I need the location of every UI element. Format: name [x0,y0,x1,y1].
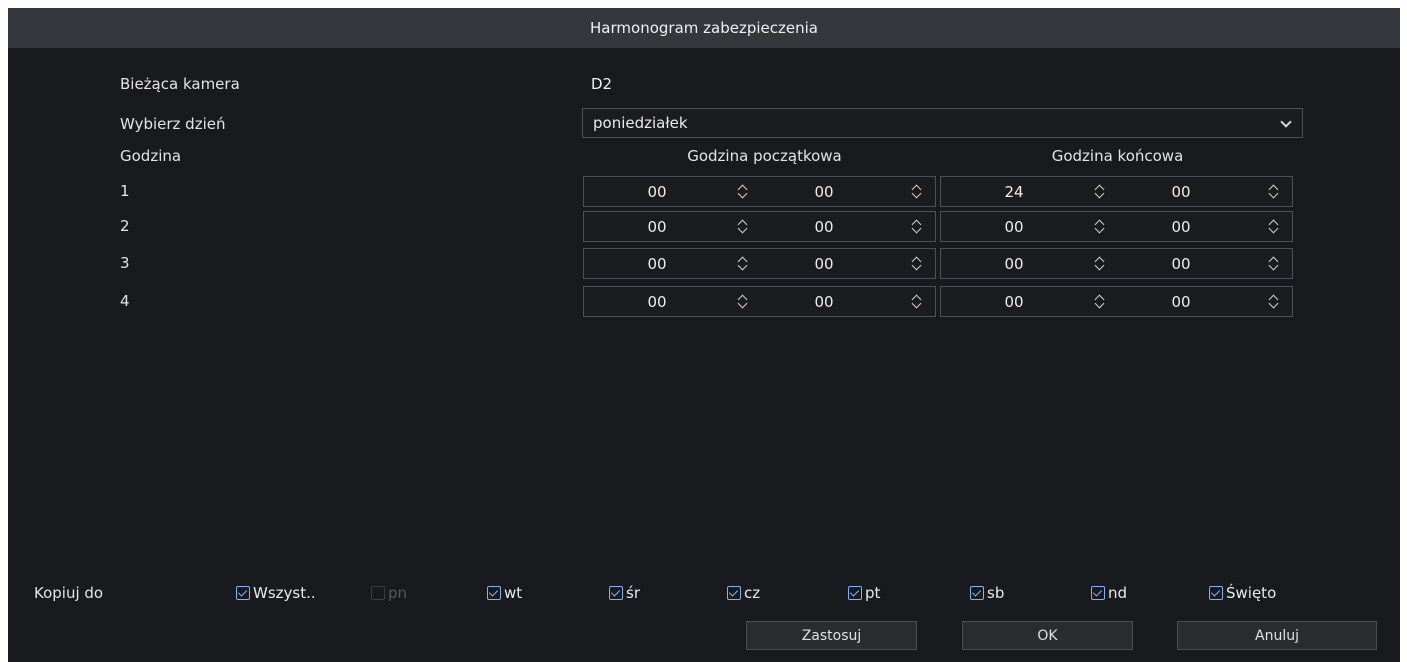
spinner-icon[interactable] [1267,216,1281,238]
camera-value: D2 [591,75,613,93]
spinner-icon[interactable] [910,291,924,313]
dialog-titlebar: Harmonogram zabezpieczenia [8,8,1400,48]
checkbox-icon[interactable] [727,586,741,600]
copy-option-label: śr [626,584,640,602]
copy-option[interactable]: Wszyst.. [236,584,316,602]
day-select-value: poniedziałek [593,114,688,132]
end-time-field: 24 00 [940,176,1293,207]
copy-option-label: Święto [1226,584,1277,602]
spinner-icon[interactable] [1093,291,1107,313]
checkbox-icon[interactable] [1209,586,1223,600]
end-time-field: 00 00 [940,286,1293,317]
minute-input[interactable]: 00 [1161,255,1201,273]
schedule-dialog: Harmonogram zabezpieczenia Bieżąca kamer… [8,8,1400,662]
spinner-icon[interactable] [1267,181,1281,203]
minute-input[interactable]: 00 [804,183,844,201]
copy-option-label: cz [744,584,761,602]
spinner-icon[interactable] [910,181,924,203]
checkbox-icon[interactable] [236,586,250,600]
copy-option[interactable]: wt [487,584,522,602]
spinner-icon[interactable] [736,253,750,275]
time-row-label: 1 [120,182,130,200]
hour-input[interactable]: 00 [994,293,1034,311]
copy-option[interactable]: sb [970,584,1004,602]
ok-button[interactable]: OK [962,621,1133,650]
minute-input[interactable]: 00 [804,293,844,311]
time-row-label: 3 [120,254,130,272]
spinner-icon[interactable] [1093,253,1107,275]
copy-option-label: sb [987,584,1005,602]
hour-input[interactable]: 00 [637,218,677,236]
hour-input[interactable]: 00 [637,183,677,201]
checkbox-icon [371,586,385,600]
hour-input[interactable]: 00 [994,255,1034,273]
hour-label: Godzina [120,147,182,165]
start-time-field: 00 00 [583,286,936,317]
end-time-header: Godzina końcowa [1051,147,1184,165]
spinner-icon[interactable] [1267,253,1281,275]
chevron-down-icon [1280,116,1292,128]
start-time-field: 00 00 [583,211,936,242]
spinner-icon[interactable] [1093,181,1107,203]
apply-button[interactable]: Zastosuj [746,621,917,650]
time-row-label: 2 [120,217,130,235]
spinner-icon[interactable] [736,291,750,313]
copy-option-label: pn [388,584,408,602]
start-time-header: Godzina początkowa [687,147,842,165]
copy-option-label: nd [1108,584,1128,602]
minute-input[interactable]: 00 [1161,183,1201,201]
spinner-icon[interactable] [736,216,750,238]
copy-option[interactable]: nd [1091,584,1127,602]
copy-option[interactable]: cz [727,584,760,602]
minute-input[interactable]: 00 [1161,218,1201,236]
checkbox-icon[interactable] [609,586,623,600]
day-label: Wybierz dzień [120,115,226,133]
spinner-icon[interactable] [1093,216,1107,238]
checkbox-icon[interactable] [970,586,984,600]
day-select[interactable]: poniedziałek [582,108,1303,138]
spinner-icon[interactable] [910,216,924,238]
checkbox-icon[interactable] [487,586,501,600]
start-time-field: 00 00 [583,248,936,279]
hour-input[interactable]: 00 [994,218,1034,236]
spinner-icon[interactable] [736,181,750,203]
dialog-title: Harmonogram zabezpieczenia [590,19,818,37]
camera-label: Bieżąca kamera [120,75,240,93]
copy-to-label: Kopiuj do [34,584,104,602]
hour-input[interactable]: 24 [994,183,1034,201]
time-row-label: 4 [120,292,130,310]
spinner-icon[interactable] [1267,291,1281,313]
copy-option-label: pt [865,584,881,602]
end-time-field: 00 00 [940,211,1293,242]
spinner-icon[interactable] [910,253,924,275]
start-time-field: 00 00 [583,176,936,207]
hour-input[interactable]: 00 [637,255,677,273]
checkbox-icon[interactable] [1091,586,1105,600]
copy-option-label: Wszyst.. [253,584,316,602]
minute-input[interactable]: 00 [804,255,844,273]
copy-option[interactable]: Święto [1209,584,1276,602]
copy-option-label: wt [504,584,523,602]
end-time-field: 00 00 [940,248,1293,279]
checkbox-icon[interactable] [848,586,862,600]
hour-input[interactable]: 00 [637,293,677,311]
copy-option[interactable]: śr [609,584,640,602]
minute-input[interactable]: 00 [804,218,844,236]
copy-option[interactable]: pt [848,584,880,602]
cancel-button[interactable]: Anuluj [1177,621,1377,650]
copy-option: pn [371,584,407,602]
minute-input[interactable]: 00 [1161,293,1201,311]
